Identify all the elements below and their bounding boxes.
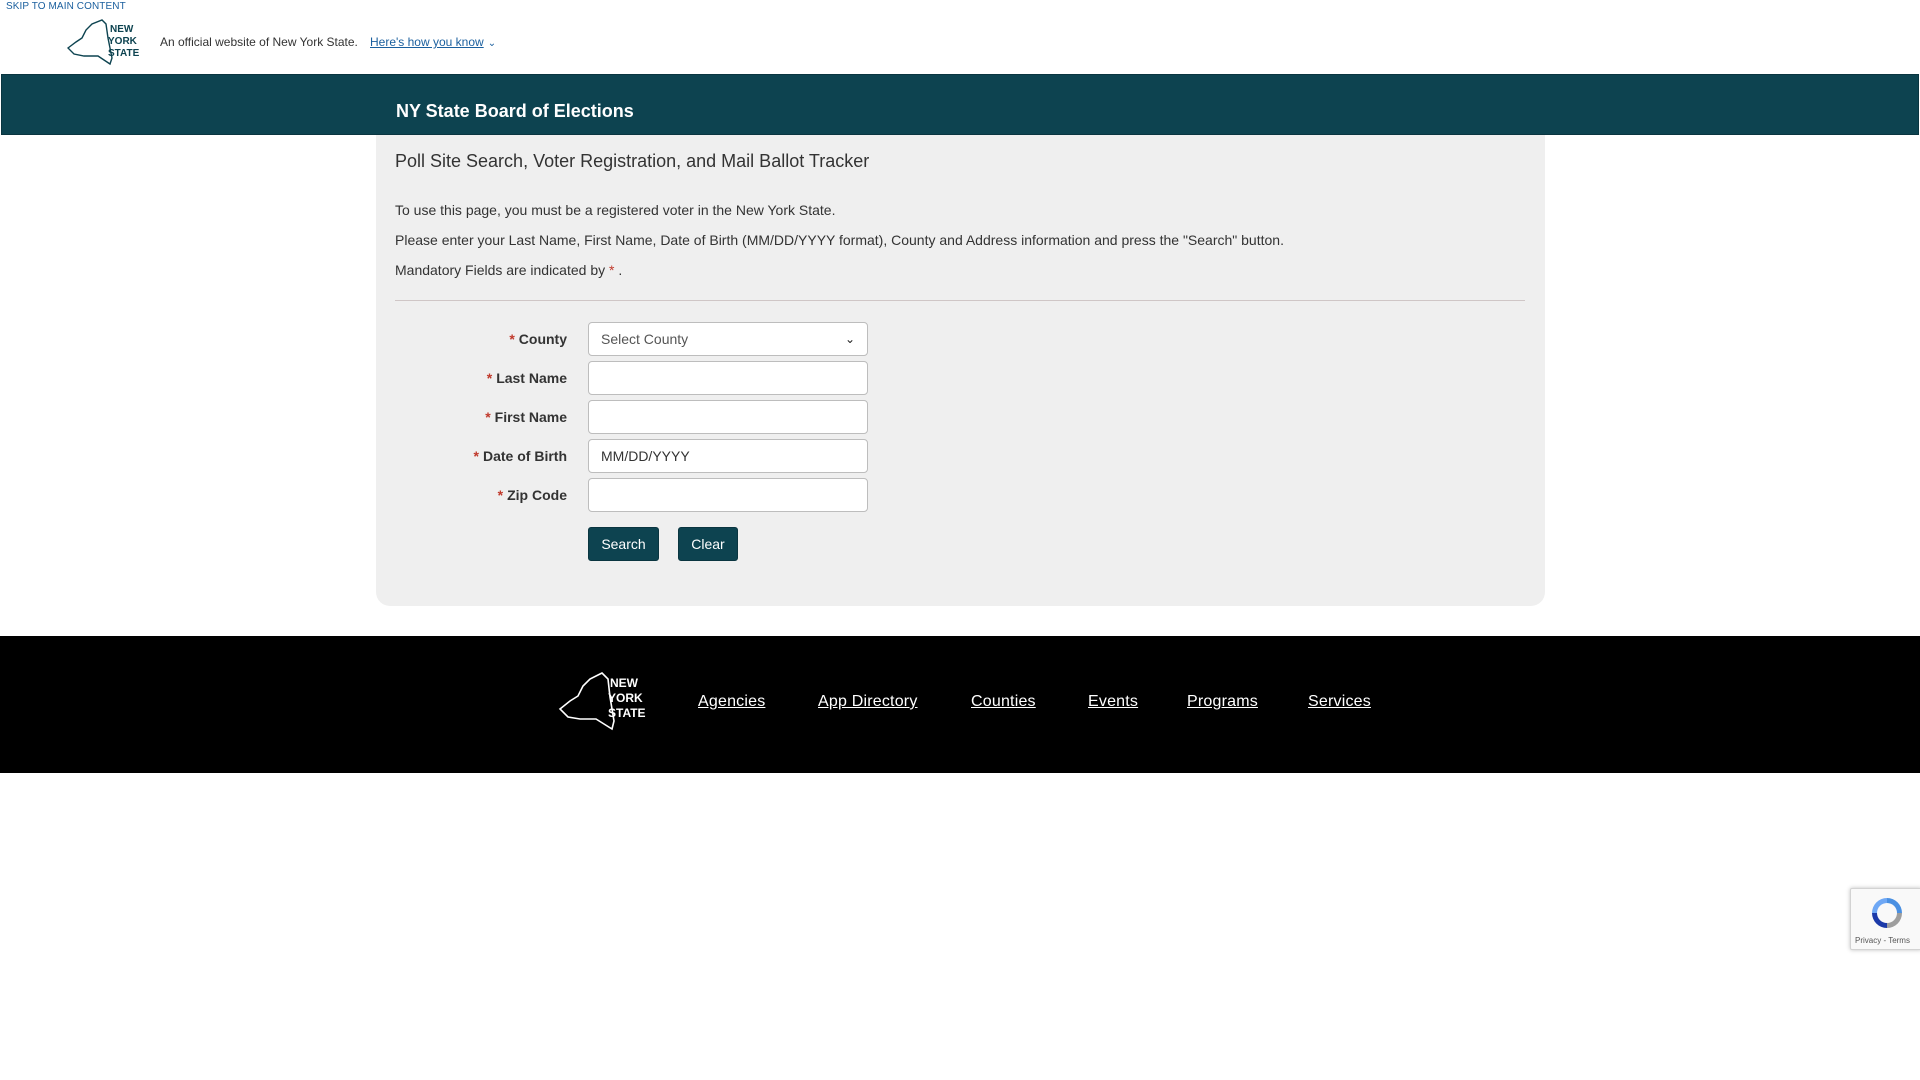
mandatory-note-prefix: Mandatory Fields are indicated by (395, 262, 609, 278)
last-name-label: * Last Name (487, 370, 567, 386)
chevron-down-icon: ⌄ (487, 38, 497, 49)
nys-logo-icon[interactable]: NEW YORK STATE (556, 671, 652, 731)
dob-label-text: Date of Birth (483, 448, 567, 464)
heres-how-you-know-toggle[interactable]: Here's how you know ⌄ (370, 35, 496, 49)
logo-text-new: NEW (110, 24, 134, 35)
page-title: Poll Site Search, Voter Registration, an… (395, 151, 870, 171)
nys-logo-icon[interactable]: NEW YORK STATE (64, 18, 142, 66)
footer-link-events[interactable]: Events (1088, 693, 1138, 711)
first-name-input[interactable] (588, 400, 868, 434)
logo-text-state: STATE (108, 48, 140, 59)
required-marker: * (486, 370, 493, 386)
footer-link-programs[interactable]: Programs (1187, 693, 1258, 711)
main-content-panel: Poll Site Search, Voter Registration, an… (376, 135, 1545, 606)
footer-link-counties[interactable]: Counties (971, 693, 1036, 711)
agency-header: NY State Board of Elections (1, 74, 1919, 135)
recaptcha-icon (1872, 898, 1902, 928)
first-name-label: * First Name (485, 409, 567, 425)
first-name-row: * First Name (395, 400, 895, 434)
first-name-label-text: First Name (494, 409, 567, 425)
footer-link-services[interactable]: Services (1308, 693, 1371, 711)
recaptcha-badge[interactable]: Privacy - Terms (1850, 888, 1920, 950)
intro-text-instructions: Please enter your Last Name, First Name,… (395, 232, 1284, 248)
agency-title[interactable]: NY State Board of Elections (396, 101, 634, 122)
footer-logo-text-york: YORK (608, 691, 643, 705)
county-label: * County (509, 331, 567, 347)
dob-label: * Date of Birth (474, 448, 567, 464)
intro-text-registered: To use this page, you must be a register… (395, 202, 836, 218)
divider (395, 300, 1525, 301)
logo-text-york: YORK (108, 36, 138, 47)
last-name-label-text: Last Name (496, 370, 567, 386)
mandatory-note-suffix: . (614, 262, 623, 278)
required-marker: * (473, 448, 479, 464)
zip-input[interactable] (588, 478, 868, 512)
required-marker: * (497, 487, 504, 503)
footer-logo-text-new: NEW (610, 676, 639, 690)
chevron-down-icon: ⌄ (844, 332, 855, 346)
heres-how-you-know-label: Here's how you know (370, 35, 484, 49)
required-marker: * (485, 409, 491, 425)
last-name-input[interactable] (588, 361, 868, 395)
clear-button[interactable]: Clear (678, 527, 738, 561)
last-name-row: * Last Name (395, 361, 895, 395)
recaptcha-privacy-terms[interactable]: Privacy - Terms (1855, 936, 1910, 945)
required-marker: * (509, 331, 515, 347)
county-label-text: County (518, 331, 567, 347)
official-website-text: An official website of New York State. (160, 35, 358, 49)
search-button[interactable]: Search (588, 527, 659, 561)
footer-link-app-directory[interactable]: App Directory (818, 693, 918, 711)
county-row: * County Select County ⌄ (395, 322, 895, 356)
zip-label: * Zip Code (498, 487, 567, 503)
county-select-value: Select County (601, 331, 689, 347)
county-select[interactable]: Select County ⌄ (588, 322, 868, 356)
mandatory-fields-note: Mandatory Fields are indicated by * . (395, 262, 622, 278)
zip-label-text: Zip Code (507, 487, 567, 503)
dob-row: * Date of Birth MM/DD/YYYY (395, 439, 895, 473)
dob-input[interactable]: MM/DD/YYYY (588, 439, 868, 473)
footer-link-agencies[interactable]: Agencies (698, 693, 765, 711)
site-footer: NEW YORK STATE Agencies App Directory Co… (0, 636, 1920, 773)
footer-logo-text-state: STATE (608, 706, 646, 720)
zip-row: * Zip Code (395, 478, 895, 512)
universal-header: NEW YORK STATE An official website of Ne… (0, 0, 1920, 74)
